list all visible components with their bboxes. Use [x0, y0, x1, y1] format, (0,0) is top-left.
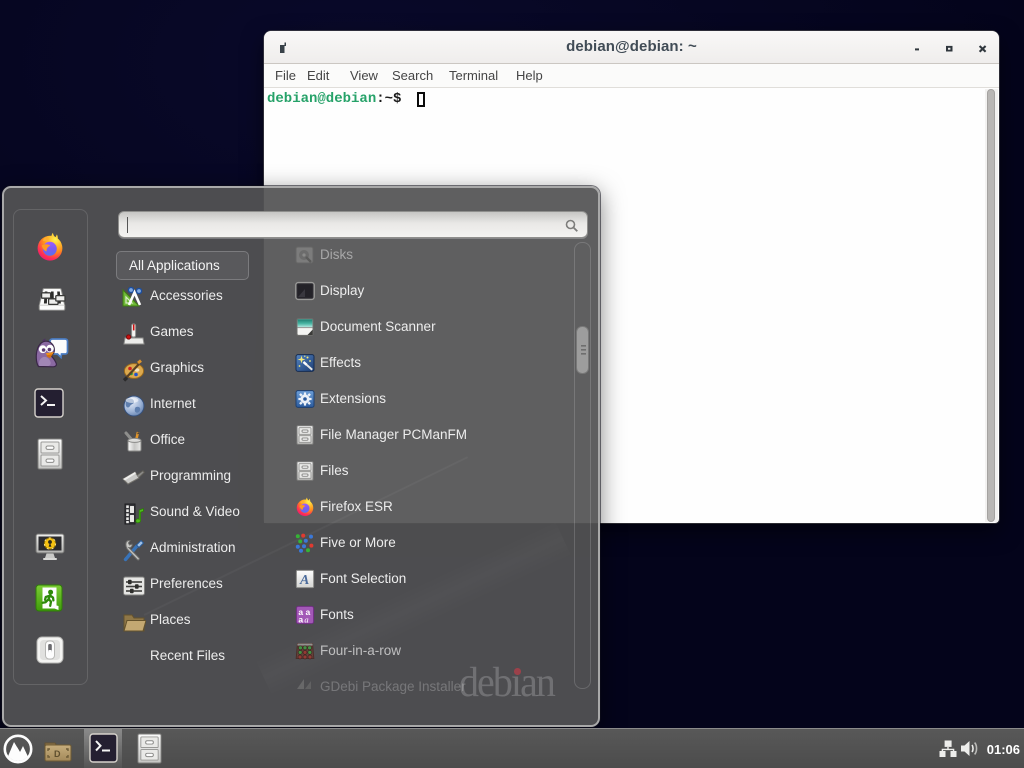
- svg-text:D: D: [54, 749, 61, 759]
- svg-text:a: a: [298, 614, 303, 624]
- svg-text:a: a: [304, 614, 308, 624]
- svg-text:A: A: [299, 573, 309, 588]
